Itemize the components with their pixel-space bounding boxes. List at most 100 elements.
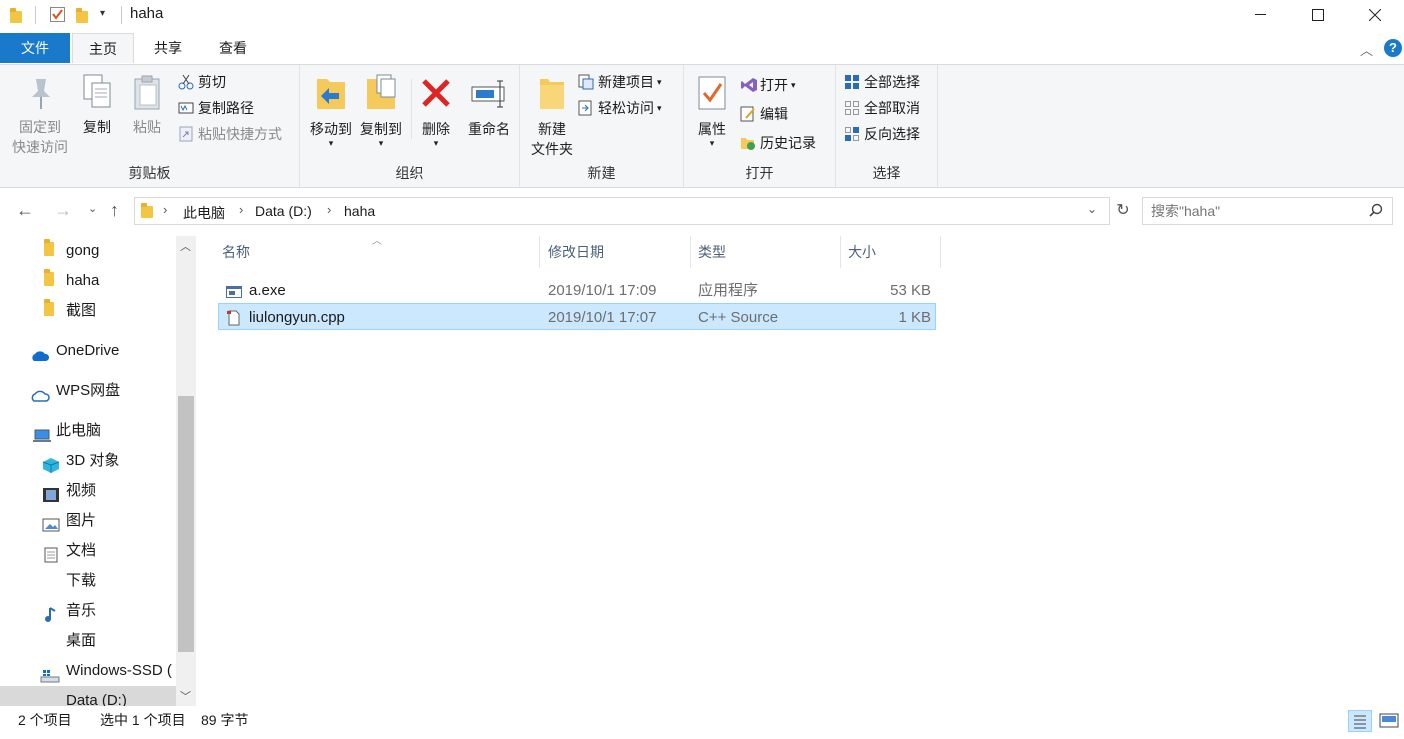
move-to-button[interactable]: 移动到 ▾ [304,71,358,148]
collapse-ribbon-icon[interactable]: ︿ [1360,40,1373,59]
nav-item-windows-ssd[interactable]: Windows-SSD ( [0,656,178,686]
nav-item-3d-objects[interactable]: 3D 对象 [0,446,178,476]
column-header-date[interactable]: 修改日期 [544,236,691,268]
paste-button[interactable]: 粘贴 [124,71,170,137]
chevron-down-icon: ▾ [657,103,662,113]
delete-icon [422,79,450,107]
tab-share[interactable]: 共享 [138,33,198,63]
details-view-button[interactable] [1348,710,1372,732]
copy-path-button[interactable]: 复制路径 [178,97,254,119]
nav-item-this-pc[interactable]: 此电脑 [0,416,178,446]
column-header-type[interactable]: 类型 [694,236,841,268]
item-count: 2 个项目 [18,712,72,728]
nav-item-wps[interactable]: WPS网盘 [0,376,178,406]
paste-shortcut-button[interactable]: 粘贴快捷方式 [178,123,282,145]
invert-selection-button[interactable]: 反向选择 [844,123,920,145]
large-icons-view-button[interactable] [1378,710,1400,732]
pin-icon [32,79,50,109]
column-header-name[interactable]: 名称 [218,236,540,268]
chevron-down-icon: ▾ [328,138,334,148]
search-input[interactable] [1151,201,1361,221]
nav-item-downloads[interactable]: 下载 [0,566,178,596]
recent-locations-chevron-icon[interactable]: ⌄ [88,202,97,215]
scroll-down-icon[interactable]: ﹀ [180,688,191,704]
tab-home[interactable]: 主页 [72,33,134,63]
nav-item-data-drive[interactable]: Data (D:) [0,686,176,706]
breadcrumb-chevron-icon: › [327,202,332,217]
select-none-button[interactable]: 全部取消 [844,97,920,119]
chevron-down-icon: ▾ [657,77,662,87]
delete-button[interactable]: 删除 ▾ [416,71,456,148]
nav-label: WPS网盘 [56,382,121,399]
search-box[interactable] [1142,197,1393,225]
cut-button[interactable]: 剪切 [178,71,226,93]
select-all-button[interactable]: 全部选择 [844,71,920,93]
nav-label: 截图 [66,302,97,319]
nav-item-gong[interactable]: gong [0,236,178,266]
windows-drive-icon [40,664,60,683]
maximize-button[interactable] [1295,0,1341,30]
nav-item-screenshots[interactable]: 截图 [0,296,178,326]
back-arrow-icon[interactable]: ← [16,200,34,221]
breadcrumb-data-drive[interactable]: Data (D:) [255,203,312,219]
help-icon[interactable]: ? [1384,39,1402,57]
address-dropdown-icon[interactable]: ⌄ [1087,202,1097,216]
open-button[interactable]: 打开 ▾ [740,74,796,96]
nav-item-music[interactable]: 音乐 [0,596,178,626]
file-row-selected[interactable]: liulongyun.cpp 2019/10/1 17:07 C++ Sourc… [218,303,936,330]
tab-file[interactable]: 文件 [0,33,70,63]
breadcrumb-haha[interactable]: haha [344,203,375,219]
ribbon-tabs: 文件 主页 共享 查看 ︿ ? [0,32,1404,64]
copy-path-icon [178,100,194,116]
breadcrumb-this-pc[interactable]: 此电脑 [183,203,225,223]
history-button[interactable]: 历史记录 [740,132,816,154]
folder-icon [44,269,60,288]
nav-item-documents[interactable]: 文档 [0,536,178,566]
address-bar[interactable]: › 此电脑 › Data (D:) › haha ⌄ [134,197,1110,225]
move-to-icon [317,79,345,109]
scrollbar-thumb[interactable] [178,396,194,652]
paste-shortcut-label: 粘贴快捷方式 [198,126,282,142]
new-item-button[interactable]: 新建项目 ▾ [578,71,662,93]
ribbon: 固定到 快速访问 复制 粘贴 剪切 复制路径 粘贴快捷方式 剪贴板 移动到 ▾ … [0,64,1404,188]
refresh-icon[interactable]: ↻ [1112,198,1134,224]
new-folder-quick-icon[interactable] [76,7,90,23]
nav-item-pictures[interactable]: 图片 [0,506,178,536]
nav-item-onedrive[interactable]: OneDrive [0,336,178,366]
onedrive-cloud-icon [30,344,50,361]
up-arrow-icon[interactable]: ↑ [110,200,119,221]
nav-label: Windows-SSD ( [66,662,172,679]
forward-arrow-icon[interactable]: → [54,200,72,221]
new-group-label: 新建 [587,165,616,181]
close-button[interactable] [1352,0,1398,30]
easy-access-button[interactable]: 轻松访问 ▾ [578,97,662,119]
navigation-scrollbar[interactable]: ︿ ﹀ [176,236,196,706]
nav-label: 音乐 [66,602,97,619]
rename-button[interactable]: 重命名 [462,71,516,139]
file-date: 2019/10/1 17:07 [548,309,657,326]
customize-quick-access-icon[interactable]: ▾ [100,8,105,19]
copy-to-button[interactable]: 复制到 ▾ [354,71,408,148]
copy-button[interactable]: 复制 [74,71,120,137]
minimize-button[interactable] [1238,0,1284,30]
chevron-down-icon: ▾ [378,138,384,148]
tab-view[interactable]: 查看 [202,33,264,63]
new-folder-button[interactable]: 新建 文件夹 [524,71,580,159]
properties-button[interactable]: 属性 ▾ [692,71,732,148]
properties-quick-icon[interactable] [50,7,65,22]
address-row: ← → ⌄ ↑ › 此电脑 › Data (D:) › haha ⌄ ↻ [0,189,1404,233]
nav-item-haha[interactable]: haha [0,266,178,296]
properties-label: 属性 [698,121,726,137]
copy-label: 复制 [83,119,111,135]
nav-item-videos[interactable]: 视频 [0,476,178,506]
copy-to-icon [367,74,396,109]
clipboard-group-label: 剪贴板 [128,165,171,181]
pin-quick-access-button[interactable]: 固定到 快速访问 [8,71,72,157]
nav-item-desktop[interactable]: 桌面 [0,626,178,656]
scroll-up-icon[interactable]: ︿ [180,238,191,254]
column-header-size[interactable]: 大小 [844,236,941,268]
file-row[interactable]: a.exe 2019/10/1 17:09 应用程序 53 KB [218,277,936,304]
properties-icon [698,76,726,110]
separator [121,6,122,24]
edit-button[interactable]: 编辑 [740,103,788,125]
